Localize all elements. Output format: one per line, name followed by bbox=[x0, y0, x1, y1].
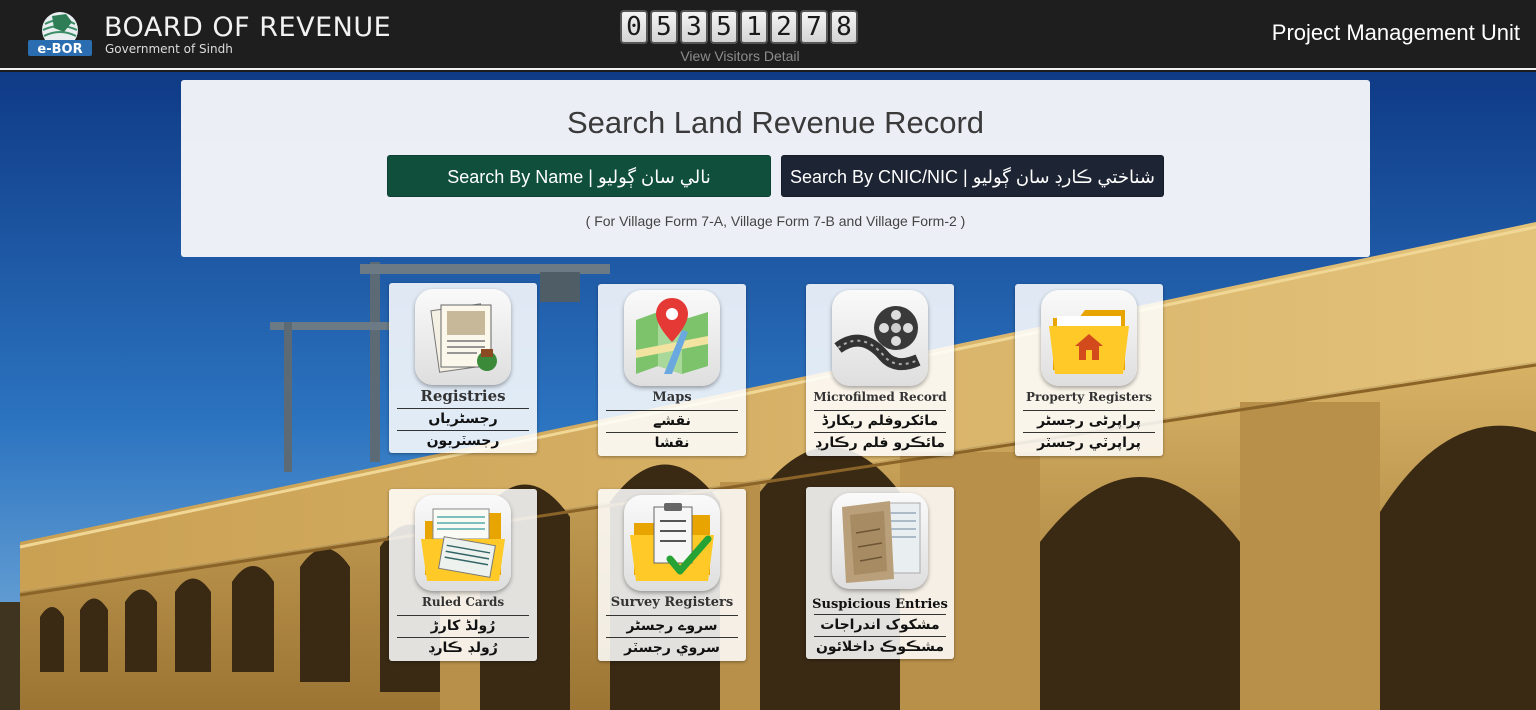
counter-digit: 0 bbox=[620, 10, 648, 44]
tile-title: Ruled Cards bbox=[421, 595, 505, 609]
tile-urdu-label: مشکوک اندراجات bbox=[814, 614, 946, 636]
tile-title: Property Registers bbox=[1026, 390, 1152, 404]
tile-sindhi-label: پراپرٽي رجسٽر bbox=[1023, 432, 1155, 454]
search-title: Search Land Revenue Record bbox=[566, 105, 985, 140]
tile-title: Registries bbox=[420, 387, 506, 405]
search-note: ( For Village Form 7-A, Village Form 7-B… bbox=[585, 213, 966, 229]
tile-property-registers[interactable]: Property Registers پراپرٹی رجسٹر پراپرٽي… bbox=[1015, 284, 1163, 456]
tile-title: Suspicious Entries bbox=[812, 597, 948, 612]
tile-ruled-cards[interactable]: Ruled Cards رُولڈ کارڑ رُولڊ ڪارڊ bbox=[389, 489, 537, 661]
tile-urdu-label: نقشے bbox=[606, 410, 738, 432]
counter-digit: 8 bbox=[830, 10, 858, 44]
counter-digit: 7 bbox=[800, 10, 828, 44]
tile-suspicious-entries[interactable]: Suspicious Entries مشکوک اندراجات مشڪوڪ … bbox=[806, 487, 954, 659]
tile-sindhi-label: مائڪرو فلم رڪارڊ bbox=[814, 432, 946, 454]
tile-urdu-label: پراپرٹی رجسٹر bbox=[1023, 410, 1155, 432]
tile-urdu-label: سروے رجسٹر bbox=[606, 615, 738, 637]
tile-urdu-label: مائکروفلم ریکارڈ bbox=[814, 410, 946, 432]
view-visitors-link[interactable]: View Visitors Detail bbox=[640, 48, 840, 64]
tile-sindhi-label: رجسٽريون bbox=[397, 430, 529, 452]
counter-digit: 1 bbox=[740, 10, 768, 44]
search-by-name-button[interactable]: Search By Name | نالي سان ڳوليو bbox=[387, 155, 771, 197]
counter-digit: 5 bbox=[710, 10, 738, 44]
tile-sindhi-label: رُولڊ ڪارڊ bbox=[397, 637, 529, 659]
brand-title: BOARD OF REVENUE bbox=[104, 12, 392, 43]
home-folder-icon bbox=[1041, 290, 1137, 386]
e-bor-logo[interactable]: e-BOR bbox=[28, 10, 92, 58]
logo-text: e-BOR bbox=[37, 42, 82, 57]
film-reel-icon bbox=[832, 290, 928, 386]
top-header: e-BOR BOARD OF REVENUE Government of Sin… bbox=[0, 0, 1536, 70]
tile-microfilmed-record[interactable]: Microfilmed Record مائکروفلم ریکارڈ مائڪ… bbox=[806, 284, 954, 456]
counter-digit: 3 bbox=[680, 10, 708, 44]
tile-registries[interactable]: Registries رجسٹریاں رجسٽريون bbox=[389, 283, 537, 453]
tile-urdu-label: رجسٹریاں bbox=[397, 408, 529, 430]
search-panel: Search Land Revenue Record Search By Nam… bbox=[181, 80, 1370, 257]
tile-title: Survey Registers bbox=[610, 595, 734, 610]
tile-sindhi-label: سروي رجسٽر bbox=[606, 637, 738, 659]
brand-subtitle: Government of Sindh bbox=[105, 42, 233, 56]
tile-sindhi-label: مشڪوڪ داخلائون bbox=[814, 636, 946, 658]
project-management-unit-link[interactable]: Project Management Unit bbox=[1272, 20, 1520, 46]
tile-sindhi-label: نقشا bbox=[606, 432, 738, 454]
counter-digit: 2 bbox=[770, 10, 798, 44]
search-by-cnic-button[interactable]: Search By CNIC/NIC | شناختي ڪارڊ سان ڳول… bbox=[781, 155, 1164, 197]
old-documents-icon bbox=[832, 493, 928, 589]
tile-urdu-label: رُولڈ کارڑ bbox=[397, 615, 529, 637]
counter-digit: 5 bbox=[650, 10, 678, 44]
ruled-cards-icon bbox=[415, 495, 511, 591]
tile-maps[interactable]: Maps نقشے نقشا bbox=[598, 284, 746, 456]
registries-icon bbox=[415, 289, 511, 385]
checklist-folder-icon bbox=[624, 495, 720, 591]
tile-title: Maps bbox=[652, 390, 692, 405]
visitor-counter: 0 5 3 5 1 2 7 8 bbox=[620, 10, 858, 44]
tile-survey-registers[interactable]: Survey Registers سروے رجسٹر سروي رجسٽر bbox=[598, 489, 746, 661]
map-pin-icon bbox=[624, 290, 720, 386]
tile-title: Microfilmed Record bbox=[813, 390, 947, 404]
